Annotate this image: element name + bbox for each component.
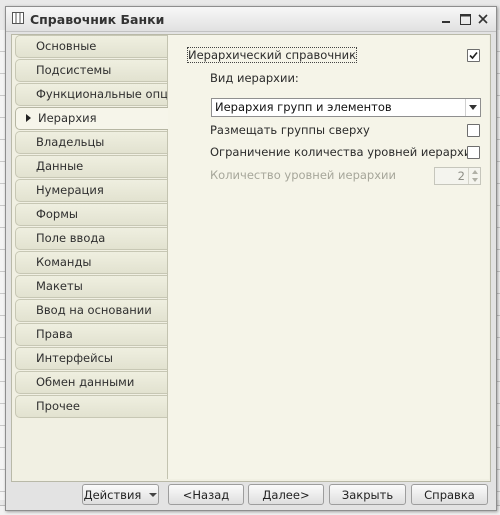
tab-funktsionalnye-optsii[interactable]: Функциональные опции (15, 83, 183, 106)
tab-makety[interactable]: Макеты (15, 275, 168, 298)
tab-label: Иерархия (38, 111, 97, 125)
help-button[interactable]: Справка (411, 484, 488, 505)
tab-ierarkhiya[interactable]: Иерархия (15, 107, 168, 130)
tab-interfeysy[interactable]: Интерфейсы (15, 347, 168, 370)
chevron-down-icon[interactable] (465, 99, 480, 116)
levels-count-label: Количество уровней иерархии (210, 168, 396, 182)
actions-button-label: Действия (83, 487, 142, 502)
tab-label: Функциональные опции (36, 87, 183, 101)
tab-label: Макеты (36, 279, 83, 293)
chevron-down-icon (149, 492, 158, 497)
next-button-label: Далее> (262, 487, 310, 502)
spin-down-icon[interactable] (469, 176, 480, 184)
hierarchy-type-label: Вид иерархии: (210, 71, 299, 85)
dialog-button-bar: Действия <Назад Далее> Закрыть Справка (6, 482, 496, 510)
tab-obmen-dannymi[interactable]: Обмен данными (15, 371, 168, 394)
tab-label: Основные (36, 39, 97, 53)
tab-label: Интерфейсы (36, 351, 113, 365)
limit-levels-label: Ограничение количества уровней иерархии (210, 145, 479, 159)
levels-count-spinner[interactable]: 2 (434, 167, 481, 185)
tab-label: Прочее (36, 399, 80, 413)
tab-osnovnye[interactable]: Основные (15, 35, 168, 58)
help-button-label: Справка (424, 487, 475, 502)
next-button[interactable]: Далее> (248, 484, 324, 505)
tab-komandy[interactable]: Команды (15, 251, 168, 274)
tab-formy[interactable]: Формы (15, 203, 168, 226)
tab-label: Формы (36, 207, 78, 221)
tab-prochee[interactable]: Прочее (15, 395, 168, 418)
tab-podsistemy[interactable]: Подсистемы (15, 59, 168, 82)
tab-prava[interactable]: Права (15, 323, 168, 346)
active-tab-arrow-icon (26, 114, 31, 122)
close-button-label: Закрыть (341, 487, 394, 502)
maximize-icon[interactable] (457, 11, 473, 27)
hierarchical-catalog-checkbox[interactable] (467, 49, 480, 62)
tab-label: Данные (36, 159, 84, 173)
tab-label: Поле ввода (36, 231, 106, 245)
minimize-icon[interactable] (438, 11, 454, 27)
groups-on-top-label: Размещать группы сверху (210, 123, 370, 137)
tab-label: Права (36, 327, 73, 341)
back-button-label: <Назад (182, 487, 230, 502)
hierarchy-type-value: Иерархия групп и элементов (215, 100, 392, 114)
close-icon[interactable] (475, 11, 491, 27)
back-button[interactable]: <Назад (168, 484, 244, 505)
tab-label: Обмен данными (36, 375, 135, 389)
actions-menu-button[interactable]: Действия (82, 484, 159, 505)
tab-vladeltsy[interactable]: Владельцы (15, 131, 168, 154)
catalog-properties-window: Справочник Банки Основные Подсистемы Фун… (5, 6, 497, 511)
tab-label: Команды (36, 255, 92, 269)
window-titlebar[interactable]: Справочник Банки (6, 7, 496, 32)
hierarchy-type-select[interactable]: Иерархия групп и элементов (211, 98, 481, 117)
tab-label: Владельцы (36, 135, 105, 149)
checkmark-icon (469, 51, 478, 60)
tab-label: Подсистемы (36, 63, 112, 77)
groups-on-top-checkbox[interactable] (467, 124, 480, 137)
spinner-buttons (468, 168, 480, 184)
tab-dannye[interactable]: Данные (15, 155, 168, 178)
levels-count-value: 2 (457, 169, 465, 183)
tab-vvod-na-osnovanii[interactable]: Ввод на основании (15, 299, 168, 322)
close-button[interactable]: Закрыть (329, 484, 406, 505)
tab-label: Ввод на основании (36, 303, 152, 317)
properties-tab-list: Основные Подсистемы Функциональные опции… (15, 35, 183, 419)
hierarchy-settings-pane: Иерархический справочник Вид иерархии: И… (167, 35, 489, 479)
hierarchical-catalog-label[interactable]: Иерархический справочник (186, 47, 358, 63)
tab-pole-vvoda[interactable]: Поле ввода (15, 227, 168, 250)
catalog-icon (12, 12, 24, 24)
tab-numeratsiya[interactable]: Нумерация (15, 179, 168, 202)
window-title: Справочник Банки (30, 12, 165, 27)
tab-label: Нумерация (36, 183, 104, 197)
limit-levels-checkbox[interactable] (467, 146, 480, 159)
spin-up-icon[interactable] (469, 168, 480, 176)
